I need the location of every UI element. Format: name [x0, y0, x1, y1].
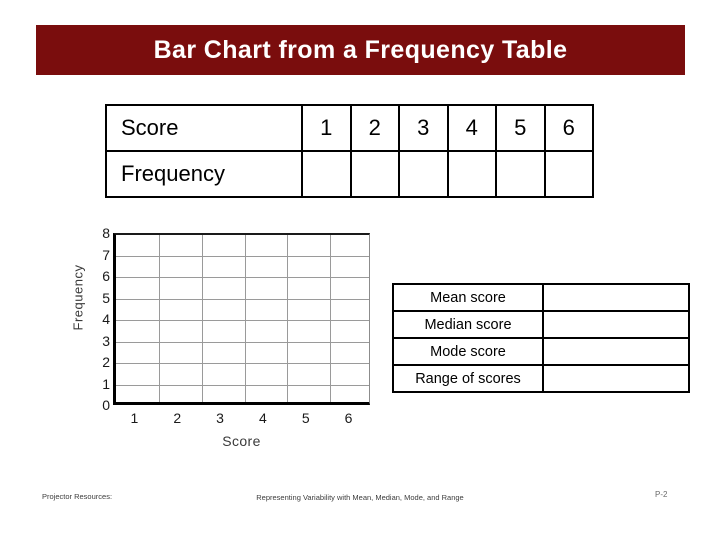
- table-row: Frequency: [105, 150, 594, 198]
- chart-y-tick-label: 4: [102, 311, 110, 327]
- chart-x-ticks: 1 2 3 4 5 6: [113, 410, 370, 430]
- table-row: Mean score: [392, 283, 690, 312]
- page-title: Bar Chart from a Frequency Table: [153, 35, 568, 64]
- chart-gridline-vertical: [201, 235, 203, 402]
- score-cell-2: 2: [349, 104, 400, 152]
- chart-gridline-vertical: [244, 235, 246, 402]
- chart-x-tick-label: 5: [301, 410, 310, 426]
- chart-x-tick-label: 6: [344, 410, 353, 426]
- chart-y-tick-label: 3: [102, 332, 110, 349]
- stat-label-mode: Mode score: [392, 337, 544, 366]
- title-banner: Bar Chart from a Frequency Table: [36, 25, 685, 75]
- chart-y-tick-label: 2: [102, 354, 110, 370]
- chart-x-tick-label: 3: [216, 410, 224, 426]
- score-cell-3: 3: [398, 104, 449, 152]
- chart-y-ticks: 8 7 6 5 4 3 2 1 0: [90, 225, 110, 413]
- chart-y-tick-label: 0: [102, 397, 110, 413]
- chart-y-axis-label: Frequency: [70, 264, 86, 331]
- table-row: Range of scores: [392, 364, 690, 393]
- frequency-cell-1[interactable]: [301, 150, 352, 198]
- chart-x-tick-label: 4: [259, 410, 267, 426]
- footer-page-number: P-2: [655, 490, 668, 499]
- stat-value-range[interactable]: [542, 364, 690, 393]
- chart-x-tick-label: 2: [173, 410, 182, 426]
- score-cell-4: 4: [446, 104, 497, 152]
- frequency-cell-6[interactable]: [543, 150, 594, 198]
- frequency-table-row-label: Frequency: [105, 150, 303, 198]
- frequency-cell-3[interactable]: [398, 150, 449, 198]
- stat-label-mean: Mean score: [392, 283, 544, 312]
- table-row: Mode score: [392, 337, 690, 366]
- chart-x-axis-label: Score: [222, 433, 261, 449]
- bar-chart: Frequency 8 7 6 5 4 3 2 1 0 1 2 3 4 5 6 Score: [60, 225, 390, 463]
- frequency-table-row-label: Score: [105, 104, 303, 152]
- score-cell-5: 5: [495, 104, 546, 152]
- stat-label-range: Range of scores: [392, 364, 544, 393]
- chart-gridline-vertical: [287, 235, 289, 402]
- chart-gridline-vertical: [330, 235, 332, 402]
- chart-y-tick-label: 1: [102, 375, 110, 392]
- footer-center-text: Representing Variability with Mean, Medi…: [256, 493, 464, 502]
- stat-value-median[interactable]: [542, 310, 690, 339]
- score-cell-1: 1: [301, 104, 352, 152]
- chart-plot-area: [113, 233, 370, 405]
- stat-value-mode[interactable]: [542, 337, 690, 366]
- frequency-cell-4[interactable]: [446, 150, 497, 198]
- frequency-cell-2[interactable]: [349, 150, 400, 198]
- chart-y-tick-label: 7: [102, 246, 110, 263]
- score-cell-6: 6: [543, 104, 594, 152]
- chart-x-tick-label: 1: [130, 410, 139, 426]
- table-row: Median score: [392, 310, 690, 339]
- frequency-table: Score 1 2 3 4 5 6 Frequency: [105, 104, 594, 198]
- frequency-cell-5[interactable]: [495, 150, 546, 198]
- stat-label-median: Median score: [392, 310, 544, 339]
- chart-y-tick-label: 5: [102, 289, 110, 306]
- stat-value-mean[interactable]: [542, 283, 690, 312]
- chart-gridline-vertical: [158, 235, 160, 402]
- statistics-table: Mean score Median score Mode score Range…: [392, 283, 690, 393]
- table-row: Score 1 2 3 4 5 6: [105, 104, 594, 152]
- chart-y-tick-label: 6: [102, 268, 110, 284]
- chart-y-tick-label: 8: [102, 225, 110, 241]
